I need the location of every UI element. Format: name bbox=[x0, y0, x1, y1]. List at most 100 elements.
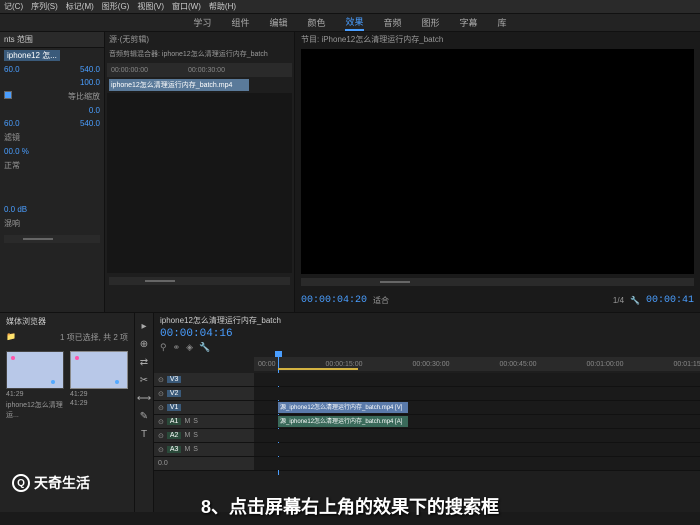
program-viewport[interactable] bbox=[301, 49, 694, 274]
mute-button[interactable]: M bbox=[184, 446, 190, 453]
logo-text: 天奇生活 bbox=[34, 473, 90, 493]
uniform-scale-checkbox[interactable] bbox=[4, 91, 12, 99]
track-v3[interactable] bbox=[254, 373, 700, 386]
source-panel: 源·(无剪辑) 音频剪辑混合器: iphone12怎么清理运行内存_batch … bbox=[105, 32, 295, 312]
track-label-v3[interactable]: V3 bbox=[167, 376, 182, 383]
eye-icon[interactable]: ⊙ bbox=[158, 404, 164, 412]
pen-tool-icon[interactable]: ✎ bbox=[137, 409, 151, 423]
slip-tool-icon[interactable]: ⟷ bbox=[137, 391, 151, 405]
menu-item[interactable]: 记(C) bbox=[4, 1, 23, 12]
tab-audio[interactable]: 音频 bbox=[384, 16, 402, 29]
eye-icon[interactable]: ⊙ bbox=[158, 390, 164, 398]
video-clip[interactable]: 源_iphone12怎么清理运行内存_batch.mp4 [V] bbox=[278, 402, 408, 413]
tab-library[interactable]: 库 bbox=[498, 16, 507, 29]
thumb-duration: 41:29 bbox=[70, 391, 88, 398]
thumb-name: iphone12怎么清理运... bbox=[6, 400, 64, 420]
marker-icon[interactable]: ◈ bbox=[186, 342, 193, 353]
track-label-a2[interactable]: A2 bbox=[167, 432, 182, 439]
selection-status: 1 项已选择, 共 2 项 bbox=[60, 332, 128, 343]
program-timecode[interactable]: 00:00:04:20 bbox=[301, 295, 367, 306]
tab-color[interactable]: 颜色 bbox=[307, 16, 325, 29]
prop-value[interactable]: 60.0 bbox=[4, 119, 20, 128]
menu-item[interactable]: 序列(S) bbox=[31, 1, 58, 12]
settings-icon[interactable]: 🔧 bbox=[199, 342, 210, 353]
menu-item[interactable]: 视图(V) bbox=[137, 1, 164, 12]
prop-value[interactable]: 60.0 bbox=[4, 65, 20, 74]
mute-button[interactable]: M bbox=[184, 432, 190, 439]
menu-item[interactable]: 图形(G) bbox=[102, 1, 130, 12]
track-master[interactable] bbox=[254, 457, 700, 470]
blend-mode[interactable]: 正常 bbox=[4, 160, 20, 171]
tab-graphics[interactable]: 图形 bbox=[422, 16, 440, 29]
prop-value[interactable]: 00.0 % bbox=[4, 147, 29, 156]
track-a3[interactable] bbox=[254, 443, 700, 456]
prop-value[interactable]: 0.0 bbox=[89, 106, 100, 115]
tab-assembly[interactable]: 组件 bbox=[231, 16, 249, 29]
tool-column: ▸ ⊕ ⇄ ✂ ⟷ ✎ T bbox=[135, 313, 154, 512]
media-thumb[interactable]: 41:29 iphone12怎么清理运... bbox=[6, 351, 64, 420]
solo-button[interactable]: S bbox=[193, 446, 198, 453]
prop-value[interactable]: 100.0 bbox=[80, 78, 100, 87]
prop-value[interactable]: 0.0 dB bbox=[4, 205, 27, 214]
track-label-v1[interactable]: V1 bbox=[167, 404, 182, 411]
bin-icon[interactable]: 📁 bbox=[6, 332, 16, 343]
track-select-tool-icon[interactable]: ⊕ bbox=[137, 337, 151, 351]
tab-captions[interactable]: 字幕 bbox=[460, 16, 478, 29]
sequence-name[interactable]: iphone12怎么清理运行内存_batch bbox=[154, 313, 700, 328]
program-title: 节目: iPhone12怎么清理运行内存_batch bbox=[295, 32, 700, 47]
timeline-timecode[interactable]: 00:00:04:16 bbox=[160, 328, 233, 340]
selection-tool-icon[interactable]: ▸ bbox=[137, 319, 151, 333]
panel-tab[interactable]: nts 范围 bbox=[0, 32, 104, 48]
ruler-tick: 00:01:00:00 bbox=[586, 361, 623, 368]
master-label: 0.0 bbox=[158, 460, 168, 467]
prop-value[interactable]: 540.0 bbox=[80, 65, 100, 74]
prop-label: 等比缩放 bbox=[68, 91, 100, 102]
source-scrubber[interactable] bbox=[109, 277, 290, 285]
solo-button[interactable]: S bbox=[193, 432, 198, 439]
effect-controls-panel: nts 范围 iphone12 怎... 60.0 540.0 100.0 等比缩… bbox=[0, 32, 105, 312]
track-v2[interactable] bbox=[254, 387, 700, 400]
clip-tab[interactable]: iphone12 怎... bbox=[4, 50, 60, 61]
track-label-a3[interactable]: A3 bbox=[167, 446, 182, 453]
type-tool-icon[interactable]: T bbox=[137, 427, 151, 441]
prop-value[interactable]: 540.0 bbox=[80, 119, 100, 128]
mixer-label: 音频剪辑混合器: iphone12怎么清理运行内存_batch bbox=[109, 49, 268, 59]
track-label-v2[interactable]: V2 bbox=[167, 390, 182, 397]
solo-button[interactable]: S bbox=[193, 418, 198, 425]
menu-item[interactable]: 标记(M) bbox=[66, 1, 94, 12]
source-ruler[interactable]: 00:00:00:00 00:00:30:00 bbox=[107, 63, 292, 77]
tab-learn[interactable]: 学习 bbox=[193, 16, 211, 29]
tab-effects[interactable]: 效果 bbox=[345, 15, 363, 31]
eye-icon[interactable]: ⊙ bbox=[158, 376, 164, 384]
mute-button[interactable]: M bbox=[184, 418, 190, 425]
audio-clip[interactable]: 源_iphone12怎么清理运行内存_batch.mp4 [A] bbox=[278, 416, 408, 427]
menu-item[interactable]: 帮助(H) bbox=[209, 1, 236, 12]
thumb-name: 41:29 bbox=[70, 400, 88, 407]
mute-icon[interactable]: ⊙ bbox=[158, 446, 164, 454]
tc-end: 00:00:30:00 bbox=[188, 67, 225, 74]
ripple-tool-icon[interactable]: ⇄ bbox=[137, 355, 151, 369]
program-scrubber[interactable] bbox=[301, 278, 694, 286]
wrench-icon[interactable]: 🔧 bbox=[630, 296, 640, 305]
prop-label: 混响 bbox=[4, 218, 20, 229]
razor-tool-icon[interactable]: ✂ bbox=[137, 373, 151, 387]
media-thumb[interactable]: 41:29 41:29 bbox=[70, 351, 128, 420]
track-a1[interactable]: 源_iphone12怎么清理运行内存_batch.mp4 [A] bbox=[254, 415, 700, 428]
menu-bar: 记(C) 序列(S) 标记(M) 图形(G) 视图(V) 窗口(W) 帮助(H) bbox=[0, 0, 700, 14]
thumb-duration: 41:29 bbox=[6, 391, 24, 398]
mute-icon[interactable]: ⊙ bbox=[158, 418, 164, 426]
track-a2[interactable] bbox=[254, 429, 700, 442]
fit-dropdown[interactable]: 适合 bbox=[373, 295, 389, 306]
timeline-scrubber[interactable] bbox=[4, 235, 100, 243]
work-area-bar[interactable] bbox=[278, 368, 358, 370]
link-icon[interactable]: ⚭ bbox=[173, 342, 181, 353]
mute-icon[interactable]: ⊙ bbox=[158, 432, 164, 440]
source-clip[interactable]: iphone12怎么清理运行内存_batch.mp4 bbox=[109, 79, 249, 91]
timeline-ruler[interactable]: 00:00 00:00:15:00 00:00:30:00 00:00:45:0… bbox=[254, 357, 700, 371]
track-v1[interactable]: 源_iphone12怎么清理运行内存_batch.mp4 [V] bbox=[254, 401, 700, 414]
tab-edit[interactable]: 编辑 bbox=[269, 16, 287, 29]
scale-dropdown[interactable]: 1/4 bbox=[613, 296, 624, 305]
track-label-a1[interactable]: A1 bbox=[167, 418, 182, 425]
snap-icon[interactable]: ⚲ bbox=[160, 342, 167, 353]
menu-item[interactable]: 窗口(W) bbox=[172, 1, 201, 12]
